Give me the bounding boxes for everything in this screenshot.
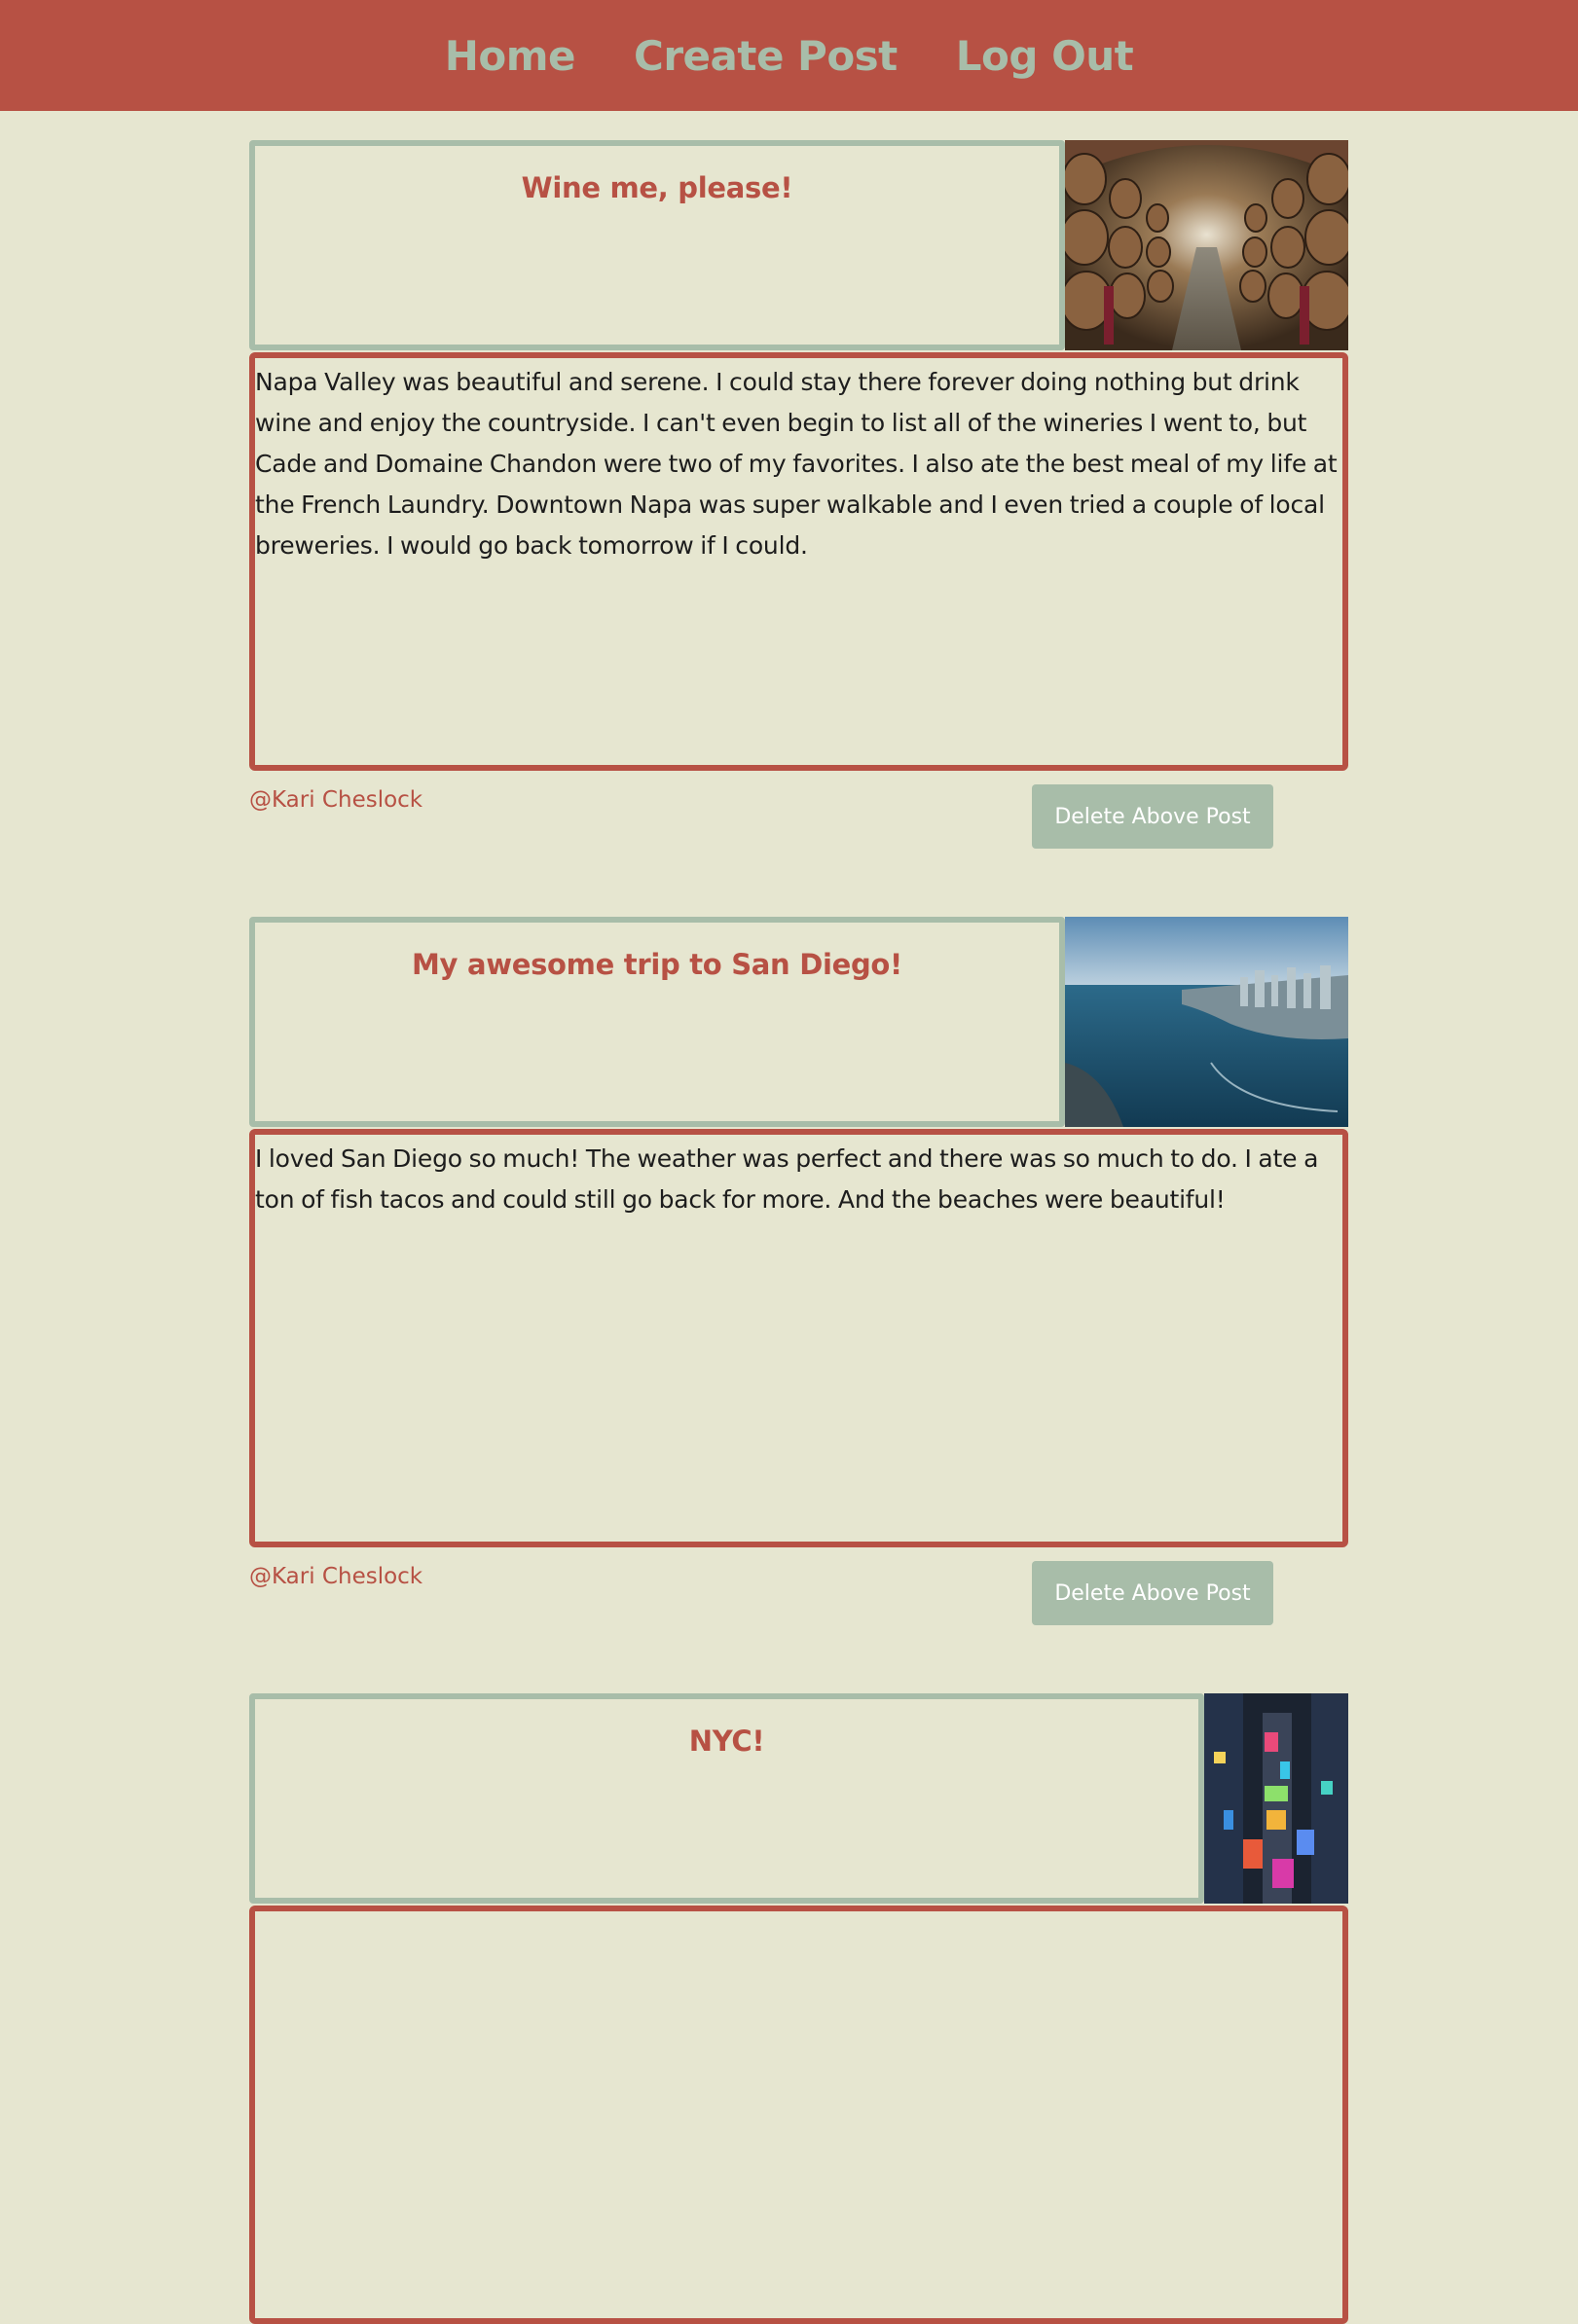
nav-create-post-link[interactable]: Create Post bbox=[634, 32, 898, 80]
san-diego-bay-image bbox=[1065, 917, 1348, 1127]
nav-home-link[interactable]: Home bbox=[445, 32, 576, 80]
post-footer: @Kari Cheslock Delete Above Post bbox=[249, 771, 1348, 858]
post-card: My awesome trip to San Diego! I loved Sa… bbox=[249, 917, 1348, 1635]
post-card: Wine me, please! Napa Valley was beautif… bbox=[249, 140, 1348, 858]
post-image bbox=[1065, 140, 1348, 350]
post-footer: @Kari Cheslock Delete Above Post bbox=[249, 1547, 1348, 1635]
post-header: Wine me, please! bbox=[249, 140, 1348, 350]
nav-log-out-link[interactable]: Log Out bbox=[956, 32, 1134, 80]
post-title: My awesome trip to San Diego! bbox=[412, 948, 902, 981]
post-image bbox=[1204, 1693, 1348, 1904]
times-square-image bbox=[1204, 1693, 1348, 1904]
post-title-box: My awesome trip to San Diego! bbox=[249, 917, 1065, 1127]
post-header: NYC! bbox=[249, 1693, 1348, 1904]
post-title-box: NYC! bbox=[249, 1693, 1204, 1904]
post-author[interactable]: @Kari Cheslock bbox=[249, 1564, 422, 1589]
post-card: NYC! bbox=[249, 1693, 1348, 2324]
wine-cellar-image bbox=[1065, 140, 1348, 350]
top-navbar: Home Create Post Log Out bbox=[0, 0, 1578, 111]
post-title: NYC! bbox=[688, 1725, 765, 1758]
post-body bbox=[249, 1906, 1348, 2324]
post-title-box: Wine me, please! bbox=[249, 140, 1065, 350]
delete-post-button[interactable]: Delete Above Post bbox=[1032, 784, 1273, 849]
post-body: I loved San Diego so much! The weather w… bbox=[249, 1129, 1348, 1547]
post-title: Wine me, please! bbox=[521, 171, 793, 204]
post-header: My awesome trip to San Diego! bbox=[249, 917, 1348, 1127]
delete-post-button[interactable]: Delete Above Post bbox=[1032, 1561, 1273, 1625]
post-body: Napa Valley was beautiful and serene. I … bbox=[249, 352, 1348, 771]
post-author[interactable]: @Kari Cheslock bbox=[249, 787, 422, 813]
post-image bbox=[1065, 917, 1348, 1127]
